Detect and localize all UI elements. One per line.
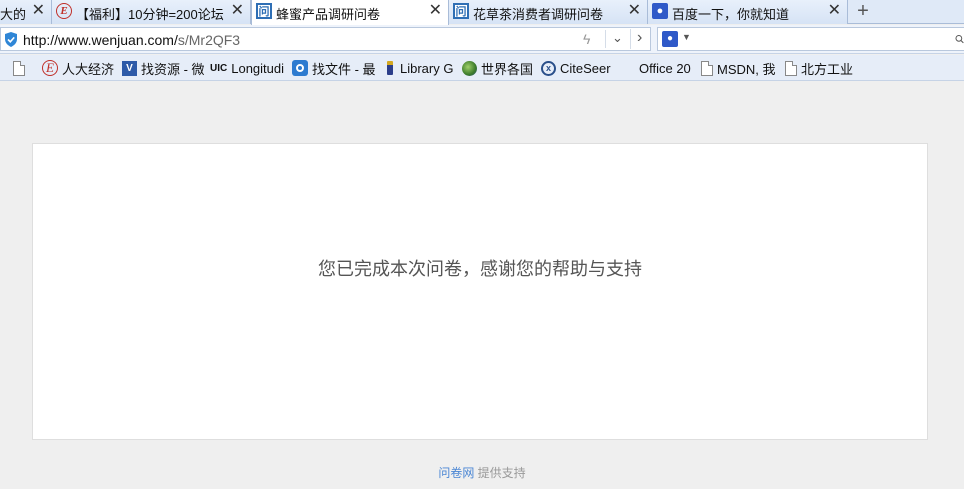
tab-1[interactable]: 大的 ✕ [0, 0, 52, 24]
e-forum-icon: E [56, 3, 72, 19]
bookmark-blank[interactable] [13, 59, 29, 77]
tab-3-active[interactable]: 问 蜂蜜产品调研问卷 ✕ [251, 0, 449, 25]
close-icon[interactable]: ✕ [429, 3, 442, 19]
bookmark-world[interactable]: 世界各国 [462, 59, 533, 77]
bookmark-label: 找资源 - 微 [141, 61, 205, 77]
bookmark-label: CiteSeer [560, 60, 611, 76]
v-icon: V [122, 60, 137, 76]
bookmarks-bar: E 人大经济 V 找资源 - 微 UIC Longitudi 找文件 - 最 L… [0, 55, 964, 81]
office-icon [620, 61, 635, 76]
bookmark-label: MSDN, 我 [717, 61, 776, 77]
page-icon [13, 60, 25, 76]
bookmark-renda[interactable]: E 人大经济 [42, 59, 114, 77]
bookmark-zhaoziyuan[interactable]: V 找资源 - 微 [122, 59, 205, 77]
e-forum-icon: E [42, 60, 58, 76]
footer: 问卷网 提供支持 [0, 464, 964, 481]
chevron-down-icon[interactable]: ⌄ [605, 30, 623, 48]
close-icon[interactable]: ✕ [828, 3, 841, 19]
tab-2[interactable]: E 【福利】10分钟=200论坛 ✕ [52, 0, 251, 24]
bookmark-citeseer[interactable]: x CiteSeer [541, 59, 611, 77]
bookmark-office[interactable]: Office 20 [620, 59, 691, 77]
completion-message: 您已完成本次问卷，感谢您的帮助与支持 [318, 259, 642, 279]
search-box[interactable]: ● ▼ [657, 27, 964, 51]
close-icon[interactable]: ✕ [231, 3, 244, 19]
tab-5[interactable]: ● 百度一下，你就知道 ✕ [648, 0, 848, 24]
wenjuan-icon: 问 [453, 3, 469, 19]
bookmark-label: 世界各国 [481, 61, 534, 77]
bookmark-beifang[interactable]: 北方工业 [785, 59, 853, 77]
tab-title: 百度一下，你就知道 [672, 7, 790, 22]
globe-icon [462, 60, 477, 76]
address-bar[interactable]: http://www.wenjuan.com/s/Mr2QF3 ϟ ⌄ › [0, 27, 651, 51]
engine-dropdown-icon[interactable]: ▼ [682, 32, 691, 42]
new-tab-button[interactable]: + [851, 1, 875, 23]
bookmark-library[interactable]: Library G [384, 59, 453, 77]
baidu-paw-icon[interactable]: ● [662, 31, 678, 47]
bookmark-msdn[interactable]: MSDN, 我 [701, 59, 776, 77]
page-icon [785, 60, 797, 76]
target-icon [292, 60, 308, 76]
baidu-paw-icon: ● [652, 3, 668, 19]
bookmark-label: Longitudi [231, 60, 285, 76]
tab-title: 【福利】10分钟=200论坛 [76, 7, 224, 22]
bookmark-label: 北方工业 [801, 61, 854, 77]
close-icon[interactable]: ✕ [628, 3, 641, 19]
url-host: http://www.wenjuan.com/ [23, 32, 178, 48]
page-icon [701, 60, 713, 76]
citeseer-icon: x [541, 60, 556, 76]
footer-text: 提供支持 [474, 466, 526, 480]
wenjuan-icon: 问 [256, 3, 272, 19]
close-icon[interactable]: ✕ [32, 3, 45, 19]
url-text[interactable]: http://www.wenjuan.com/s/Mr2QF3 [23, 32, 240, 48]
bookmark-label: 找文件 - 最 [312, 61, 376, 77]
search-icon[interactable] [955, 32, 964, 46]
tab-title: 蜂蜜产品调研问卷 [276, 7, 381, 22]
bookmark-longitudi[interactable]: UIC Longitudi [210, 59, 284, 77]
shield-icon [5, 32, 17, 47]
wenjuan-link[interactable]: 问卷网 [438, 466, 474, 480]
uic-icon: UIC [210, 62, 228, 74]
bookmark-zhaowenjian[interactable]: 找文件 - 最 [292, 59, 376, 77]
url-path: s/Mr2QF3 [177, 32, 241, 48]
tab-title: 花草茶消费者调研问卷 [473, 7, 604, 22]
tab-strip: 大的 ✕ E 【福利】10分钟=200论坛 ✕ 问 蜂蜜产品调研问卷 ✕ 问 花… [0, 0, 964, 25]
library-icon [384, 60, 396, 76]
tab-title: 大的 [0, 7, 27, 22]
bookmark-label: Office 20 [639, 60, 691, 76]
lightning-icon[interactable]: ϟ [583, 31, 590, 47]
completion-card: 您已完成本次问卷，感谢您的帮助与支持 [32, 143, 928, 440]
forward-arrow-icon[interactable]: › [630, 29, 642, 49]
bookmark-label: 人大经济 [62, 61, 115, 77]
navigation-bar: http://www.wenjuan.com/s/Mr2QF3 ϟ ⌄ › ● … [0, 25, 964, 54]
bookmark-label: Library G [400, 60, 454, 76]
tab-4[interactable]: 问 花草茶消费者调研问卷 ✕ [449, 0, 648, 24]
page-content: 您已完成本次问卷，感谢您的帮助与支持 问卷网 提供支持 [0, 82, 964, 489]
